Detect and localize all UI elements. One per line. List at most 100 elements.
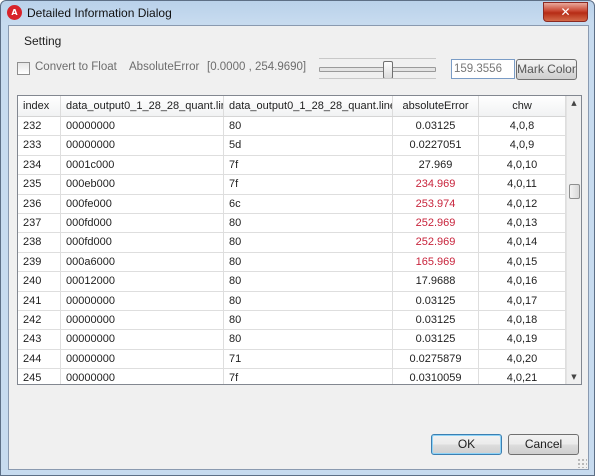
slider-tick-line-top — [319, 58, 436, 59]
cell-output-a: 000fe000 — [61, 194, 224, 214]
threshold-slider[interactable] — [319, 58, 436, 80]
table-row[interactable]: 234 0001c000 7f 27.969 4,0,10 — [18, 155, 566, 176]
scroll-down-arrow-icon[interactable]: ▼ — [567, 370, 581, 384]
cell-output-a: 000fd000 — [61, 233, 224, 253]
vertical-scrollbar[interactable]: ▲ ▼ — [566, 96, 581, 384]
cell-output-a: 000a6000 — [61, 252, 224, 273]
table-row[interactable]: 245 00000000 7f 0.0310059 4,0,21 — [18, 369, 566, 384]
table-row[interactable]: 242 00000000 80 0.03125 4,0,18 — [18, 311, 566, 331]
cell-absolute-error: 17.9688 — [393, 272, 479, 292]
range-label: [0.0000 , 254.9690] — [207, 61, 307, 73]
cell-absolute-error: 0.03125 — [393, 311, 479, 331]
column-header-output-b[interactable]: data_output0_1_28_28_quant.linear... — [224, 96, 393, 116]
cell-output-b: 80 — [224, 117, 393, 137]
close-button[interactable]: ✕ — [543, 2, 588, 22]
slider-groove[interactable] — [319, 67, 436, 72]
cell-chw: 4,0,17 — [479, 291, 566, 311]
metric-label: AbsoluteError — [129, 61, 200, 73]
checkbox-box[interactable] — [17, 62, 30, 75]
cell-absolute-error: 0.03125 — [393, 291, 479, 311]
cell-output-b: 7f — [224, 369, 393, 384]
cell-index: 242 — [18, 311, 61, 331]
cell-absolute-error: 252.969 — [393, 214, 479, 234]
cell-output-b: 80 — [224, 291, 393, 311]
cell-absolute-error: 165.969 — [393, 252, 479, 273]
title-bar[interactable]: A Detailed Information Dialog ✕ — [1, 1, 594, 25]
cell-output-a: 00000000 — [61, 369, 224, 384]
column-header-output-a[interactable]: data_output0_1_28_28_quant.lin... — [61, 96, 224, 116]
table-row[interactable]: 238 000fd000 80 252.969 4,0,14 — [18, 233, 566, 253]
cell-chw: 4,0,19 — [479, 330, 566, 350]
cell-absolute-error: 0.03125 — [393, 330, 479, 350]
table-row[interactable]: 243 00000000 80 0.03125 4,0,19 — [18, 330, 566, 350]
threshold-value-input[interactable]: 159.3556 — [451, 59, 515, 79]
cell-chw: 4,0,11 — [479, 175, 566, 195]
table-row[interactable]: 239 000a6000 80 165.969 4,0,15 — [18, 252, 566, 273]
cell-output-b: 80 — [224, 233, 393, 253]
dialog-window: A Detailed Information Dialog ✕ Setting … — [0, 0, 595, 476]
cell-index: 241 — [18, 291, 61, 311]
scroll-up-arrow-icon[interactable]: ▲ — [567, 96, 581, 110]
cell-output-b: 7f — [224, 155, 393, 176]
cell-output-b: 80 — [224, 252, 393, 273]
column-header-index[interactable]: index — [18, 96, 61, 116]
cell-index: 237 — [18, 214, 61, 234]
resize-grip-icon[interactable] — [577, 458, 587, 468]
cancel-button[interactable]: Cancel — [508, 434, 579, 455]
table-row[interactable]: 233 00000000 5d 0.0227051 4,0,9 — [18, 136, 566, 156]
convert-to-float-label: Convert to Float — [35, 61, 117, 73]
cell-index: 244 — [18, 349, 61, 370]
scrollbar-thumb[interactable] — [569, 184, 580, 199]
cell-index: 240 — [18, 272, 61, 292]
cell-chw: 4,0,10 — [479, 155, 566, 176]
cell-output-a: 000fd000 — [61, 214, 224, 234]
cell-output-a: 00000000 — [61, 349, 224, 370]
column-header-absolute-error[interactable]: absoluteError — [393, 96, 479, 116]
cell-index: 232 — [18, 117, 61, 137]
table-row[interactable]: 232 00000000 80 0.03125 4,0,8 — [18, 117, 566, 137]
cell-output-a: 00000000 — [61, 291, 224, 311]
cell-index: 236 — [18, 194, 61, 214]
cell-index: 239 — [18, 252, 61, 273]
table-row[interactable]: 236 000fe000 6c 253.974 4,0,12 — [18, 194, 566, 214]
cell-index: 245 — [18, 369, 61, 384]
cell-output-b: 80 — [224, 330, 393, 350]
cell-chw: 4,0,15 — [479, 252, 566, 273]
data-table[interactable]: index data_output0_1_28_28_quant.lin... … — [17, 95, 582, 385]
cell-chw: 4,0,13 — [479, 214, 566, 234]
cell-chw: 4,0,9 — [479, 136, 566, 156]
column-header-chw[interactable]: chw — [479, 96, 566, 116]
cell-output-b: 80 — [224, 311, 393, 331]
cell-absolute-error: 0.03125 — [393, 117, 479, 137]
cell-output-b: 6c — [224, 194, 393, 214]
mark-color-button[interactable]: Mark Color — [516, 59, 577, 80]
cell-absolute-error: 0.0227051 — [393, 136, 479, 156]
table-row[interactable]: 241 00000000 80 0.03125 4,0,17 — [18, 291, 566, 311]
cell-chw: 4,0,14 — [479, 233, 566, 253]
setting-group-title: Setting — [24, 34, 62, 48]
cell-index: 235 — [18, 175, 61, 195]
cell-output-b: 5d — [224, 136, 393, 156]
cell-chw: 4,0,8 — [479, 117, 566, 137]
cell-chw: 4,0,18 — [479, 311, 566, 331]
cell-output-b: 80 — [224, 214, 393, 234]
cell-chw: 4,0,20 — [479, 349, 566, 370]
cell-output-a: 000eb000 — [61, 175, 224, 195]
cell-output-a: 00000000 — [61, 117, 224, 137]
cell-absolute-error: 252.969 — [393, 233, 479, 253]
table-row[interactable]: 244 00000000 71 0.0275879 4,0,20 — [18, 349, 566, 370]
cell-output-a: 00012000 — [61, 272, 224, 292]
table-row[interactable]: 240 00012000 80 17.9688 4,0,16 — [18, 272, 566, 292]
slider-handle[interactable] — [383, 61, 393, 79]
cell-chw: 4,0,12 — [479, 194, 566, 214]
cell-absolute-error: 0.0310059 — [393, 369, 479, 384]
dialog-body: Setting Convert to Float AbsoluteError [… — [8, 25, 589, 470]
cell-absolute-error: 27.969 — [393, 155, 479, 176]
cell-output-a: 00000000 — [61, 136, 224, 156]
table-row[interactable]: 235 000eb000 7f 234.969 4,0,11 — [18, 175, 566, 195]
cell-output-a: 00000000 — [61, 311, 224, 331]
slider-tick-line-bottom — [319, 78, 436, 79]
cell-output-a: 00000000 — [61, 330, 224, 350]
table-row[interactable]: 237 000fd000 80 252.969 4,0,13 — [18, 214, 566, 234]
ok-button[interactable]: OK — [431, 434, 502, 455]
